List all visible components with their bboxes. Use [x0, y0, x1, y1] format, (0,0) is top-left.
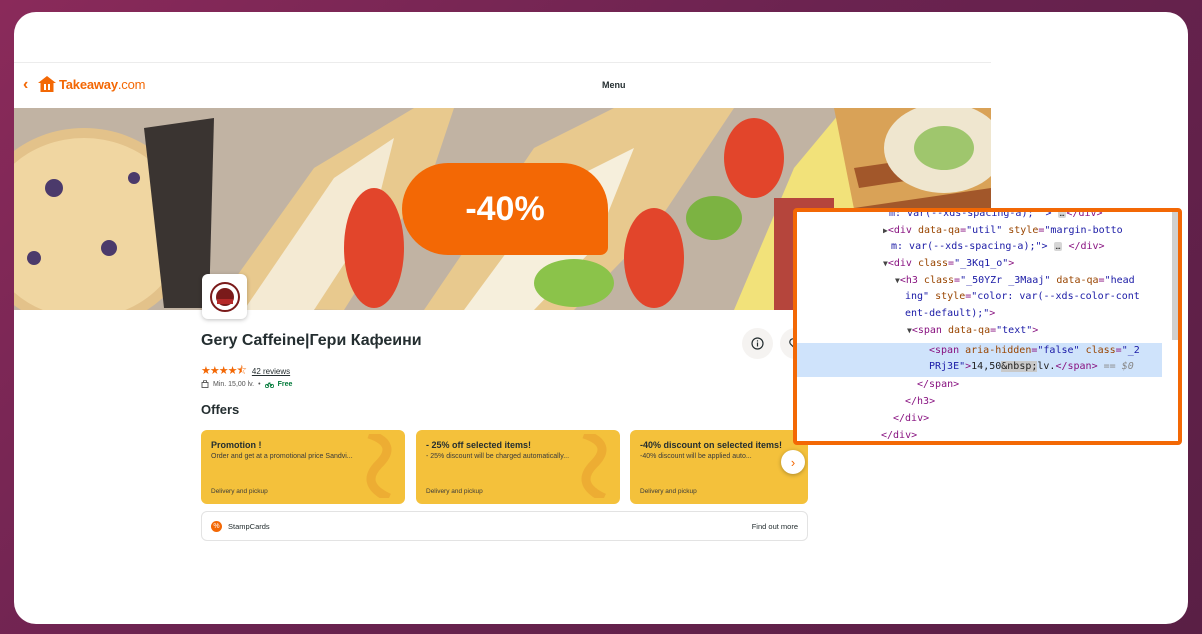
- discount-badge: -40%: [402, 163, 608, 255]
- brand-suffix-text: .com: [117, 76, 146, 92]
- offer-card[interactable]: Promotion ! Order and get at a promotion…: [201, 430, 405, 504]
- offer-availability: Delivery and pickup: [211, 488, 268, 495]
- dom-line[interactable]: </div>: [893, 411, 929, 427]
- info-icon: [751, 337, 764, 350]
- dom-line[interactable]: </h3>: [905, 394, 935, 410]
- offer-title: - 25% off selected items!: [426, 440, 532, 450]
- delivery-meta: Min. 15,00 lv. • Free: [201, 380, 292, 388]
- offer-title: Promotion !: [211, 440, 262, 450]
- dom-line[interactable]: ▼<span data-qa="text">: [907, 323, 1038, 339]
- find-out-more-link[interactable]: Find out more: [752, 522, 798, 531]
- stamp-icon: %: [211, 520, 222, 532]
- stampcards-label: StampCards: [228, 521, 270, 531]
- brand-main-text: Takeaway: [59, 76, 118, 92]
- min-order: Min. 15,00 lv.: [213, 380, 255, 388]
- rating-row: ★★★★⯪ 42 reviews: [201, 362, 290, 381]
- menu-link[interactable]: Menu: [602, 80, 626, 90]
- devtools-panel: m: var(--xds-spacing-a); "> … </div> ▶<di…: [793, 208, 1182, 445]
- bag-icon: [201, 380, 209, 388]
- dom-line[interactable]: ▼<h3 class="_50YZr _3Maaj" data-qa="head: [895, 273, 1135, 289]
- dom-line-selected[interactable]: <span aria-hidden="false" class="_2: [929, 343, 1140, 359]
- offers-heading: Offers: [201, 402, 240, 417]
- stampcards-bar[interactable]: % StampCards Find out more: [201, 511, 808, 541]
- star-icon: ★★★★⯪: [201, 365, 247, 377]
- brand-name: Takeaway.com: [59, 77, 145, 92]
- restaurant-emblem: [209, 281, 240, 312]
- reviews-link[interactable]: 42 reviews: [252, 367, 290, 376]
- offer-title: -40% discount on selected items!: [640, 440, 783, 450]
- restaurant-name: Gery Caffeine|Гери Кафеини: [201, 332, 422, 349]
- dom-line[interactable]: m: var(--xds-spacing-a);"> … </div>: [891, 239, 1105, 255]
- dom-line[interactable]: ▶<div data-qa="util" style="margin-botto: [883, 223, 1123, 239]
- offer-text: Order and get at a promotional price San…: [211, 453, 353, 460]
- dom-line[interactable]: m: var(--xds-spacing-a); "> … </div>: [889, 212, 1103, 222]
- dom-line[interactable]: ing" style="color: var(--xds-color-cont: [905, 289, 1140, 305]
- offer-availability: Delivery and pickup: [640, 488, 697, 495]
- info-button[interactable]: [742, 328, 773, 359]
- dom-line[interactable]: ▼<div class="_3Kq1_o">: [883, 256, 1014, 272]
- dom-line[interactable]: </div>: [881, 428, 917, 441]
- restaurant-logo: [202, 274, 247, 319]
- site-header: ‹ Takeaway.com Menu: [14, 63, 991, 108]
- page-card: ‹ Takeaway.com Menu -40% Gery Caffeine|Г…: [14, 12, 1188, 624]
- offer-availability: Delivery and pickup: [426, 488, 483, 495]
- brand-logo[interactable]: Takeaway.com: [38, 76, 145, 92]
- dom-line[interactable]: </span>: [917, 377, 959, 393]
- offer-card[interactable]: - 25% off selected items! - 25% discount…: [416, 430, 620, 504]
- dom-line[interactable]: ent-default);">: [905, 306, 995, 322]
- dom-line-selected[interactable]: PRj3E">14,50&nbsp;lv.</span> == $0: [929, 359, 1134, 375]
- takeaway-house-icon: [38, 76, 56, 92]
- bike-icon: [264, 381, 274, 388]
- meta-separator: •: [258, 380, 261, 388]
- delivery-fee: Free: [277, 380, 293, 388]
- chevron-left-icon[interactable]: ‹: [23, 76, 28, 94]
- offer-text: -40% discount will be applied auto...: [640, 453, 752, 460]
- devtools-scrollbar[interactable]: [1172, 212, 1178, 340]
- offer-text: - 25% discount will be charged automatic…: [426, 453, 570, 460]
